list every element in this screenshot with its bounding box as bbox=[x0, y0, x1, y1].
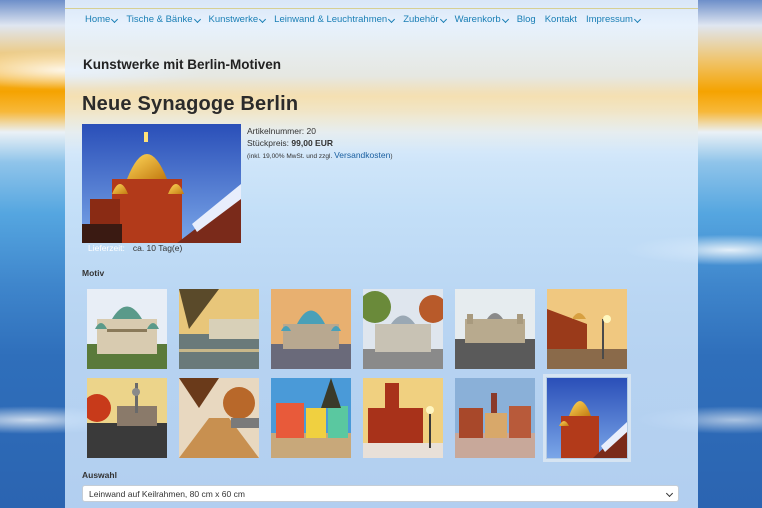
tax-note-row: (inkl. 19,00% MwSt. und zzgl. Versandkos… bbox=[247, 149, 392, 163]
main-navigation: Home Tische & Bänke Kunstwerke Leinwand … bbox=[85, 14, 649, 25]
nav-label: Warenkorb bbox=[454, 14, 501, 25]
chevron-down-icon bbox=[439, 15, 447, 23]
chevron-down-icon bbox=[633, 15, 641, 23]
chevron-down-icon bbox=[111, 15, 119, 23]
article-row: Artikelnummer: 20 bbox=[247, 125, 392, 137]
nav-label: Blog bbox=[516, 14, 536, 25]
chevron-down-icon bbox=[193, 15, 201, 23]
motiv-thumb-street-scene[interactable] bbox=[547, 289, 627, 369]
price-row: Stückpreis: 99,00 EUR bbox=[247, 137, 392, 149]
nav-zubehoer[interactable]: Zubehör bbox=[403, 14, 447, 25]
shipping-costs-link[interactable]: Versandkosten bbox=[334, 150, 390, 160]
price-label: Stückpreis: bbox=[247, 138, 290, 148]
delivery-time: Lieferzeit: ca. 10 Tag(e) bbox=[88, 243, 182, 253]
nav-kontakt[interactable]: Kontakt bbox=[545, 14, 577, 25]
motiv-thumb-nikolaiviertel[interactable] bbox=[455, 378, 535, 458]
motiv-thumb-berliner-dom-1[interactable] bbox=[87, 289, 167, 369]
nav-tische-baenke[interactable]: Tische & Bänke bbox=[126, 14, 201, 25]
size-variant-select[interactable]: Leinwand auf Keilrahmen, 80 cm x 60 cm bbox=[82, 485, 679, 502]
nav-label: Tische & Bänke bbox=[126, 14, 193, 25]
content-panel: Home Tische & Bänke Kunstwerke Leinwand … bbox=[65, 0, 698, 508]
nav-warenkorb[interactable]: Warenkorb bbox=[454, 14, 509, 25]
tax-note: (inkl. 19,00% MwSt. und zzgl. bbox=[247, 153, 333, 160]
select-value: Leinwand auf Keilrahmen, 80 cm x 60 cm bbox=[89, 488, 245, 499]
motiv-thumb-autumn-promenade[interactable] bbox=[179, 378, 259, 458]
motiv-thumb-reichstag-river[interactable] bbox=[455, 289, 535, 369]
motiv-thumb-museum-island-autumn[interactable] bbox=[87, 378, 167, 458]
nav-label: Impressum bbox=[585, 14, 633, 25]
nav-kunstwerke[interactable]: Kunstwerke bbox=[208, 14, 267, 25]
top-divider bbox=[65, 8, 698, 9]
delivery-label: Lieferzeit: bbox=[88, 243, 125, 253]
price-value: 99,00 EUR bbox=[291, 138, 334, 148]
nav-home[interactable]: Home bbox=[85, 14, 119, 25]
chevron-down-icon bbox=[665, 489, 674, 498]
motiv-thumb-colorful-square[interactable] bbox=[271, 378, 351, 458]
motiv-thumb-reichstag-trees[interactable] bbox=[363, 289, 443, 369]
product-main-image[interactable] bbox=[82, 124, 241, 243]
nav-label: Zubehör bbox=[403, 14, 439, 25]
motiv-thumb-spree-riverside[interactable] bbox=[179, 289, 259, 369]
nav-label: Kontakt bbox=[544, 14, 577, 25]
tax-close: ) bbox=[390, 153, 393, 160]
delivery-value: ca. 10 Tag(e) bbox=[132, 243, 183, 253]
chevron-down-icon bbox=[388, 15, 396, 23]
nav-label: Leinwand & Leuchtrahmen bbox=[274, 14, 388, 25]
chevron-down-icon bbox=[259, 15, 267, 23]
section-title: Kunstwerke mit Berlin-Motiven bbox=[83, 57, 282, 72]
nav-impressum[interactable]: Impressum bbox=[585, 14, 641, 25]
motiv-label: Motiv bbox=[82, 268, 105, 278]
nav-leinwand[interactable]: Leinwand & Leuchtrahmen bbox=[274, 14, 396, 25]
motiv-thumb-berliner-dom-2[interactable] bbox=[271, 289, 351, 369]
nav-label: Kunstwerke bbox=[208, 14, 259, 25]
nav-label: Home bbox=[85, 14, 111, 25]
auswahl-label: Auswahl bbox=[82, 470, 117, 480]
nav-blog[interactable]: Blog bbox=[517, 14, 536, 25]
product-info: Artikelnummer: 20 Stückpreis: 99,00 EUR … bbox=[247, 125, 392, 163]
chevron-down-icon bbox=[501, 15, 509, 23]
motiv-thumb-neue-synagoge-selected[interactable] bbox=[543, 374, 631, 462]
product-title: Neue Synagoge Berlin bbox=[82, 93, 299, 115]
article-label: Artikelnummer: bbox=[247, 126, 305, 136]
article-number: 20 bbox=[306, 126, 316, 136]
motiv-thumb-red-town-hall[interactable] bbox=[363, 378, 443, 458]
